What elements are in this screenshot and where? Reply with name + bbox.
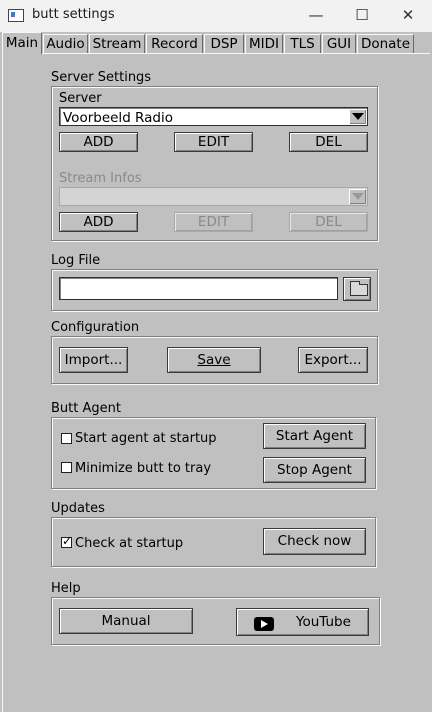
minimize-button[interactable]: — (293, 0, 339, 32)
minimize-to-tray-label: Minimize butt to tray (75, 461, 212, 476)
log-file-input[interactable] (59, 277, 338, 300)
server-add-button[interactable]: ADD (59, 132, 138, 152)
window-title: butt settings (32, 7, 115, 22)
chevron-down-icon (349, 189, 366, 204)
stream-infos-label: Stream Infos (59, 171, 142, 186)
stop-agent-button[interactable]: Stop Agent (263, 457, 366, 483)
youtube-icon (254, 617, 274, 631)
server-edit-button[interactable]: EDIT (174, 132, 253, 152)
title-bar: butt settings — ☐ ✕ (0, 0, 432, 32)
stream-infos-add-button[interactable]: ADD (59, 212, 138, 232)
start-agent-button[interactable]: Start Agent (263, 423, 366, 449)
manual-button[interactable]: Manual (59, 608, 193, 634)
server-settings-heading: Server Settings (51, 70, 152, 85)
tab-gui[interactable]: GUI (322, 34, 356, 53)
configuration-heading: Configuration (51, 320, 140, 335)
start-agent-at-startup-label: Start agent at startup (75, 431, 217, 446)
minimize-to-tray-checkbox[interactable] (61, 462, 72, 473)
maximize-button[interactable]: ☐ (339, 0, 385, 32)
folder-icon (350, 281, 368, 296)
browse-button[interactable] (343, 277, 371, 301)
updates-heading: Updates (51, 501, 105, 516)
check-icon: ✓ (62, 534, 73, 548)
tab-tls[interactable]: TLS (284, 34, 321, 53)
tab-dsp[interactable]: DSP (204, 34, 244, 53)
butt-agent-heading: Butt Agent (51, 401, 121, 416)
app-icon (8, 9, 24, 22)
export-button[interactable]: Export... (298, 347, 368, 373)
check-at-startup-checkbox[interactable]: ✓ (61, 534, 73, 548)
server-select[interactable]: Voorbeeld Radio (59, 107, 368, 126)
tab-bar: Main Audio Stream Record DSP MIDI TLS GU… (0, 32, 432, 54)
tab-stream[interactable]: Stream (89, 34, 145, 53)
tab-midi[interactable]: MIDI (245, 34, 283, 53)
tab-record[interactable]: Record (146, 34, 203, 53)
start-agent-at-startup-checkbox[interactable] (61, 433, 72, 444)
stream-infos-select[interactable] (59, 187, 368, 206)
help-heading: Help (51, 581, 81, 596)
server-del-button[interactable]: DEL (289, 132, 368, 152)
import-button[interactable]: Import... (59, 347, 128, 373)
stream-infos-edit-button: EDIT (174, 212, 253, 232)
youtube-label: YouTube (296, 614, 351, 630)
tab-audio[interactable]: Audio (43, 34, 88, 53)
server-label: Server (59, 91, 102, 106)
tab-donate[interactable]: Donate (357, 34, 414, 53)
check-at-startup-label: Check at startup (75, 536, 184, 551)
log-file-heading: Log File (51, 253, 101, 268)
youtube-button[interactable]: YouTube (236, 608, 369, 636)
chevron-down-icon[interactable] (349, 109, 366, 124)
server-select-value: Voorbeeld Radio (63, 110, 173, 126)
check-now-button[interactable]: Check now (263, 528, 366, 555)
stream-infos-del-button: DEL (289, 212, 368, 232)
save-button[interactable]: Save (167, 347, 261, 373)
close-button[interactable]: ✕ (385, 0, 431, 32)
tab-main[interactable]: Main (2, 32, 42, 54)
